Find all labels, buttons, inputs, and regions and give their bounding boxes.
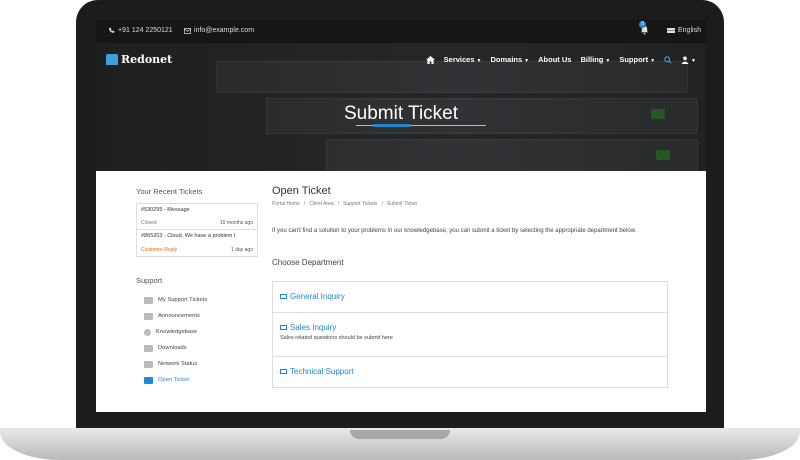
intro-text: If you can't find a solution to your pro…: [272, 228, 637, 234]
page-title: Open Ticket: [272, 185, 331, 197]
chevron-down-icon: ▼: [476, 58, 482, 64]
logo-icon: [106, 54, 118, 65]
breadcrumb: Portal Home / Client Area / Support Ticket…: [272, 201, 417, 207]
phone-number: +91 124 2250121: [118, 27, 173, 34]
hero-banner: Redonet Services ▼ Domains ▼ About Us Bill…: [96, 43, 706, 171]
nav-about-us[interactable]: About Us: [538, 55, 571, 64]
download-icon: [144, 344, 153, 352]
sidebar-item-network-status[interactable]: Network Status: [136, 356, 256, 372]
department-general-inquiry[interactable]: General Inquiry: [273, 282, 667, 313]
sidebar-item-my-support-tickets[interactable]: My Support Tickets: [136, 292, 256, 308]
top-bar: +91 124 2250121 info@example.com 0 Engli…: [96, 20, 706, 43]
recent-tickets-heading: Your Recent Tickets: [136, 187, 203, 196]
department-technical-support[interactable]: Technical Support: [273, 357, 667, 387]
email-address: info@example.com: [194, 27, 255, 34]
nav-services[interactable]: Services ▼: [444, 55, 482, 64]
notifications-button[interactable]: 0: [639, 21, 649, 35]
brand-name: Redonet: [121, 53, 173, 66]
account-menu[interactable]: ▼: [681, 55, 696, 65]
ticket-age: 1 day ago: [231, 247, 253, 253]
breadcrumb-separator: /: [381, 201, 383, 207]
nav-menu: Services ▼ Domains ▼ About Us Billing ▼ Sup…: [425, 55, 696, 65]
recent-ticket-item[interactable]: #530295 - Message Closed 10 months ago: [137, 204, 257, 230]
chevron-down-icon: ▼: [605, 58, 611, 64]
ticket-age: 10 months ago: [219, 220, 253, 226]
chevron-down-icon: ▼: [691, 58, 696, 64]
home-icon[interactable]: [425, 55, 435, 64]
language-label: English: [678, 27, 701, 34]
ticket-title: #865203 - Cloud, We have a problem I: [141, 233, 236, 239]
recent-tickets-panel: #530295 - Message Closed 10 months ago #…: [136, 203, 258, 257]
browser-screen: +91 124 2250121 info@example.com 0 Engli…: [96, 20, 706, 412]
nav-support[interactable]: Support ▼: [619, 55, 655, 64]
sidebar-item-announcements[interactable]: Announcements: [136, 308, 256, 324]
ticket-title: #530295 - Message: [141, 207, 190, 213]
hero-underline: [356, 124, 486, 127]
envelope-icon: [280, 325, 287, 330]
list-icon: [144, 312, 153, 320]
notification-count: 0: [639, 21, 646, 28]
nav-billing[interactable]: Billing ▼: [580, 55, 610, 64]
user-icon: [681, 56, 689, 65]
phone-icon: [109, 27, 115, 33]
page-hero-title: Submit Ticket: [343, 103, 459, 124]
envelope-icon: [280, 294, 287, 299]
laptop-notch: [350, 430, 450, 439]
envelope-icon: [184, 27, 191, 34]
hero-underline-accent: [374, 124, 410, 127]
nav-domains[interactable]: Domains ▼: [490, 55, 529, 64]
language-selector[interactable]: English: [667, 27, 701, 34]
breadcrumb-portal-home[interactable]: Portal Home: [272, 201, 300, 207]
breadcrumb-separator: /: [303, 201, 306, 207]
department-list: General Inquiry Sales Inquiry Sales rela…: [272, 281, 668, 388]
chevron-down-icon: ▼: [524, 58, 530, 64]
sidebar-item-open-ticket[interactable]: Open Ticket: [136, 372, 256, 388]
choose-department-heading: Choose Department: [272, 258, 344, 267]
email-link[interactable]: info@example.com: [184, 27, 254, 34]
department-name: Technical Support: [290, 367, 354, 376]
main-navbar: Redonet Services ▼ Domains ▼ About Us Bill…: [96, 43, 706, 75]
department-sales-inquiry[interactable]: Sales Inquiry Sales related questions sh…: [273, 313, 667, 357]
comments-icon: [144, 376, 153, 384]
ticket-status: Closed: [141, 220, 157, 226]
department-name: General Inquiry: [290, 292, 345, 301]
sidebar-item-knowledgebase[interactable]: Knowledgebase: [136, 324, 256, 340]
phone-link[interactable]: +91 124 2250121: [108, 27, 173, 34]
ticket-icon: [144, 296, 153, 304]
breadcrumb-support-tickets[interactable]: Support Tickets: [343, 201, 377, 207]
breadcrumb-current: Submit Ticket: [386, 201, 417, 207]
rocket-icon: [144, 360, 153, 368]
envelope-icon: [280, 369, 287, 374]
search-icon[interactable]: [664, 55, 672, 64]
department-name: Sales Inquiry: [290, 323, 337, 332]
sidebar-item-downloads[interactable]: Downloads: [136, 340, 256, 356]
ticket-status: Customer-Reply: [141, 247, 178, 253]
recent-ticket-item[interactable]: #865203 - Cloud, We have a problem I Cus…: [137, 230, 257, 256]
breadcrumb-separator: /: [337, 201, 340, 207]
flag-icon: [667, 28, 675, 33]
department-description: Sales related questions should be submit…: [280, 335, 393, 341]
support-heading: Support: [136, 276, 163, 285]
brand-logo[interactable]: Redonet: [106, 53, 172, 66]
support-menu: My Support Tickets Announcements Knowled…: [136, 292, 256, 388]
info-icon: [144, 328, 151, 336]
chevron-down-icon: ▼: [650, 58, 656, 64]
breadcrumb-client-area[interactable]: Client Area: [309, 201, 333, 207]
